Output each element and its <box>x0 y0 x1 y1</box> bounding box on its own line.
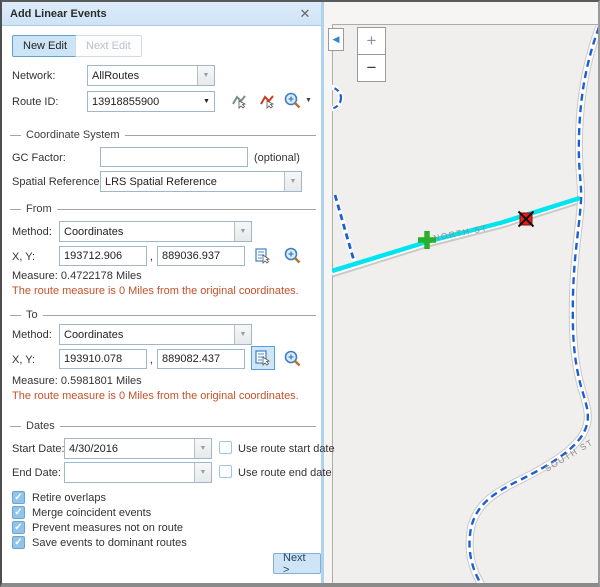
use-route-start-date-label: Use route start date <box>238 443 335 455</box>
to-y-input[interactable]: 889082.437 <box>157 349 245 369</box>
section-to: To <box>10 309 316 321</box>
map-zoom-control: + − <box>357 27 386 82</box>
next-button[interactable]: Next > <box>273 553 321 574</box>
section-coordinate-system: Coordinate System <box>10 129 316 141</box>
close-icon[interactable]: ✕ <box>297 6 313 22</box>
map-route-loop <box>332 87 341 109</box>
save-events-dominant-routes-label: Save events to dominant routes <box>32 537 187 549</box>
spatial-reference-label: Spatial Reference: <box>12 176 103 188</box>
network-label: Network: <box>12 70 55 82</box>
from-y-input[interactable]: 889036.937 <box>157 246 245 266</box>
from-xy-label: X, Y: <box>12 251 35 263</box>
gc-factor-optional-hint: (optional) <box>254 152 300 164</box>
to-method-dropdown[interactable]: Coordinates ▼ <box>59 324 252 345</box>
section-title: To <box>26 309 38 321</box>
map-graphics: NORTH ST SOUTH ST <box>332 24 598 585</box>
prevent-measures-label: Prevent measures not on route <box>32 522 183 534</box>
to-zoom-icon[interactable] <box>283 349 302 368</box>
spatial-reference-dropdown[interactable]: LRS Spatial Reference ▼ <box>100 171 302 192</box>
to-pick-coordinates-button-active[interactable] <box>251 346 275 370</box>
from-measure-text: Measure: 0.4722178 Miles <box>12 270 142 282</box>
to-x-input[interactable]: 193910.078 <box>59 349 147 369</box>
zoom-in-button[interactable]: + <box>357 27 386 55</box>
street-label-north: NORTH ST <box>432 223 488 243</box>
save-events-dominant-routes-checkbox[interactable]: ✓ <box>12 536 25 549</box>
use-route-start-date-checkbox[interactable] <box>219 441 232 454</box>
from-method-value: Coordinates <box>60 222 234 241</box>
street-label-south: SOUTH ST <box>543 437 595 474</box>
start-date-dropdown[interactable]: 4/30/2016 ▼ <box>64 438 212 459</box>
network-dropdown[interactable]: AllRoutes ▼ <box>87 65 215 86</box>
zoom-options-caret-icon[interactable]: ▼ <box>305 97 312 104</box>
check-icon: ✓ <box>14 522 22 533</box>
panel-title: Add Linear Events <box>10 8 107 20</box>
to-xy-label: X, Y: <box>12 354 35 366</box>
chevron-down-icon[interactable]: ▼ <box>284 172 301 191</box>
xy-comma: , <box>150 251 153 263</box>
check-icon: ✓ <box>14 492 22 503</box>
route-id-combobox[interactable]: 13918855900 ▼ <box>87 91 215 112</box>
start-date-value[interactable]: 4/30/2016 <box>65 439 194 458</box>
to-measure-text: Measure: 0.5981801 Miles <box>12 375 142 387</box>
from-method-label: Method: <box>12 226 52 238</box>
route-id-value[interactable]: 13918855900 <box>88 92 199 111</box>
section-title: Coordinate System <box>26 129 120 141</box>
select-route-icon[interactable] <box>230 92 248 110</box>
app-window: NORTH ST SOUTH ST ◀ + − Add Linear Event… <box>0 0 600 587</box>
start-date-label: Start Date: <box>12 443 65 455</box>
panel-collapse-button[interactable]: ◀ <box>328 28 344 51</box>
from-warning-text: The route measure is 0 Miles from the or… <box>12 285 299 297</box>
route-id-label: Route ID: <box>12 96 58 108</box>
spatial-reference-value: LRS Spatial Reference <box>101 172 284 191</box>
from-x-input[interactable]: 193712.906 <box>59 246 147 266</box>
section-title: Dates <box>26 420 55 432</box>
use-route-end-date-label: Use route end date <box>238 467 332 479</box>
xy-comma: , <box>150 354 153 366</box>
retire-overlaps-checkbox[interactable]: ✓ <box>12 491 25 504</box>
chevron-down-icon[interactable]: ▼ <box>199 92 214 111</box>
use-route-end-date-checkbox[interactable] <box>219 465 232 478</box>
end-date-label: End Date: <box>12 467 61 479</box>
zoom-to-route-icon[interactable] <box>283 91 302 110</box>
check-icon: ✓ <box>14 507 22 518</box>
section-dates: Dates <box>10 420 316 432</box>
select-route-alt-icon[interactable] <box>258 92 276 110</box>
chevron-down-icon[interactable]: ▼ <box>194 439 211 458</box>
merge-coincident-events-label: Merge coincident events <box>32 507 151 519</box>
map-route-spur <box>335 195 354 261</box>
chevron-down-icon[interactable]: ▼ <box>197 66 214 85</box>
to-pick-coordinates-icon <box>254 349 272 367</box>
next-edit-button[interactable]: Next Edit <box>75 35 142 57</box>
end-date-dropdown[interactable]: ▼ <box>64 462 212 483</box>
from-zoom-icon[interactable] <box>283 246 302 265</box>
to-method-label: Method: <box>12 329 52 341</box>
zoom-out-button[interactable]: − <box>357 54 386 82</box>
chevron-down-icon[interactable]: ▼ <box>194 463 211 482</box>
check-icon: ✓ <box>14 537 22 548</box>
section-from: From <box>10 203 316 215</box>
end-date-value[interactable] <box>65 463 194 482</box>
map-road-south <box>470 27 598 585</box>
gc-factor-label: GC Factor: <box>12 152 66 164</box>
collapse-left-icon: ◀ <box>333 34 340 45</box>
from-method-dropdown[interactable]: Coordinates ▼ <box>59 221 252 242</box>
retire-overlaps-label: Retire overlaps <box>32 492 106 504</box>
to-method-value: Coordinates <box>60 325 234 344</box>
new-edit-button[interactable]: New Edit <box>12 35 78 57</box>
section-title: From <box>26 203 52 215</box>
panel-titlebar: Add Linear Events <box>2 2 321 26</box>
prevent-measures-checkbox[interactable]: ✓ <box>12 521 25 534</box>
chevron-down-icon[interactable]: ▼ <box>234 325 251 344</box>
gc-factor-input[interactable] <box>100 147 248 167</box>
network-value: AllRoutes <box>88 66 197 85</box>
add-linear-events-panel: Add Linear Events ✕ New Edit Next Edit N… <box>2 2 324 583</box>
from-pick-coordinates-icon[interactable] <box>254 247 272 265</box>
to-point-marker[interactable] <box>519 212 534 227</box>
to-warning-text: The route measure is 0 Miles from the or… <box>12 390 299 402</box>
chevron-down-icon[interactable]: ▼ <box>234 222 251 241</box>
merge-coincident-events-checkbox[interactable]: ✓ <box>12 506 25 519</box>
